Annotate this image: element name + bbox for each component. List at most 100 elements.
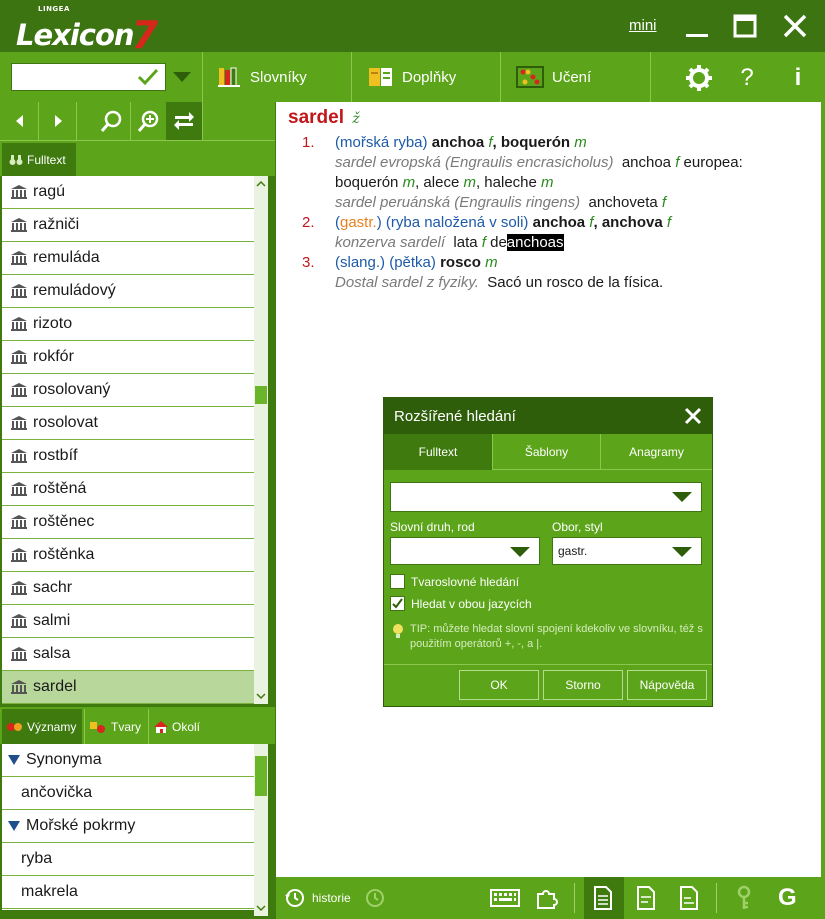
dialog-close-icon[interactable]	[683, 406, 703, 426]
check-icon[interactable]	[137, 67, 159, 87]
handwriting-button[interactable]	[535, 885, 559, 911]
translation[interactable]: anchoa	[432, 134, 485, 151]
word-list-label: salsa	[33, 645, 71, 662]
help-button[interactable]: ?	[733, 64, 761, 92]
tab-neighborhood[interactable]: Okolí	[148, 709, 208, 744]
checkbox-box[interactable]	[390, 574, 405, 589]
settings-button[interactable]	[685, 64, 713, 92]
google-search-button[interactable]: G	[778, 884, 797, 911]
info-button[interactable]: i	[784, 64, 812, 92]
example-translation[interactable]: lata	[453, 234, 477, 251]
list-item[interactable]: ančovička	[2, 777, 254, 810]
word-list-item[interactable]: rostbíf	[2, 440, 254, 473]
field-select[interactable]: gastr.	[552, 537, 702, 565]
history-button[interactable]: historie	[284, 885, 351, 911]
word-list-item[interactable]: rosolovaný	[2, 374, 254, 407]
translation[interactable]: rosco	[440, 254, 481, 271]
tab-dialog-anagrams[interactable]: Anagramy	[601, 434, 712, 470]
meanings-list-scrollbar[interactable]	[254, 744, 268, 916]
ok-button[interactable]: OK	[459, 670, 539, 700]
word-list-item[interactable]: sardel	[2, 671, 254, 704]
word-list-item[interactable]: sachr	[2, 572, 254, 605]
mini-mode-link[interactable]: mini	[629, 17, 657, 34]
word-list-item[interactable]: rosolovat	[2, 407, 254, 440]
forward-button[interactable]	[40, 102, 77, 140]
keyboard-button[interactable]	[490, 885, 520, 911]
addons-button[interactable]: Doplňky	[368, 52, 456, 102]
word-list-item[interactable]: salsa	[2, 638, 254, 671]
scroll-up-icon[interactable]	[254, 178, 268, 190]
example-translation[interactable]: Sacó un rosco de la física.	[487, 274, 663, 291]
example-translation[interactable]: anchoveta	[588, 194, 657, 211]
search-history-dropdown[interactable]	[173, 72, 191, 82]
morphology-checkbox[interactable]: Tvaroslovné hledání	[390, 574, 519, 589]
tip-label: TIP: můžete hledat slovní spojení kdekol…	[410, 623, 703, 650]
tab-fulltext[interactable]: Fulltext	[2, 143, 76, 177]
list-item[interactable]: ryba	[2, 843, 254, 876]
search-input[interactable]	[11, 63, 166, 91]
scroll-down-icon[interactable]	[254, 902, 268, 914]
key-button[interactable]	[734, 885, 754, 911]
word-list-scroll-thumb[interactable]	[255, 386, 267, 404]
back-button[interactable]	[2, 102, 39, 140]
sense-1: 1. (mořská ryba) anchoa f, boquerón m sa…	[302, 134, 743, 211]
example-translation[interactable]: alece	[423, 174, 459, 191]
list-item[interactable]: makrela	[2, 876, 254, 909]
status-bar: historie G	[276, 877, 825, 919]
pos-select[interactable]	[390, 537, 540, 565]
word-list-item[interactable]: roštěná	[2, 473, 254, 506]
close-button[interactable]	[781, 12, 809, 40]
word-list-item[interactable]: salmi	[2, 605, 254, 638]
swap-direction-button[interactable]	[166, 102, 203, 140]
word-list-scrollbar[interactable]	[254, 176, 268, 704]
help-dialog-button[interactable]: Nápověda	[627, 670, 707, 700]
word-list-item[interactable]: rokfór	[2, 341, 254, 374]
dictionary-entry-icon	[11, 482, 27, 496]
translation[interactable]: anchoa	[533, 214, 586, 231]
learning-button[interactable]: Učení	[516, 52, 591, 102]
history-forward-button[interactable]	[364, 885, 386, 911]
scroll-down-icon[interactable]	[254, 690, 268, 702]
dialog-title-bar[interactable]: Rozšířené hledání	[384, 398, 712, 434]
view-medium-button[interactable]	[636, 885, 656, 911]
checkbox-box[interactable]	[390, 596, 405, 611]
advanced-search-button[interactable]	[131, 102, 168, 140]
list-group-header[interactable]: Mořské pokrmy	[2, 810, 254, 843]
word-list-item[interactable]: ražniči	[2, 209, 254, 242]
example-translation[interactable]: haleche	[484, 174, 537, 191]
tab-forms[interactable]: Tvary	[84, 709, 146, 744]
search-button[interactable]	[94, 102, 131, 140]
example-translation[interactable]: boquerón	[335, 174, 398, 191]
word-list-item[interactable]: rizoto	[2, 308, 254, 341]
example-translation[interactable]: de	[490, 234, 507, 251]
view-short-button[interactable]	[679, 885, 699, 911]
collapse-triangle-icon[interactable]	[8, 755, 20, 765]
collapse-triangle-icon[interactable]	[8, 821, 20, 831]
example-translation[interactable]: europea:	[684, 154, 743, 171]
tab-dialog-templates[interactable]: Šablony	[493, 434, 601, 470]
translation[interactable]: anchova	[602, 214, 663, 231]
maximize-button[interactable]	[731, 12, 759, 40]
word-list-item[interactable]: roštěnka	[2, 539, 254, 572]
tab-meanings[interactable]: Významy	[2, 709, 82, 744]
word-list-item[interactable]: remuládový	[2, 275, 254, 308]
chevron-down-icon[interactable]	[672, 492, 692, 502]
query-combo[interactable]	[390, 482, 702, 512]
cancel-button[interactable]: Storno	[543, 670, 623, 700]
list-group-header[interactable]: Synonyma	[2, 744, 254, 777]
tab-dialog-fulltext[interactable]: Fulltext	[384, 434, 493, 470]
both-languages-checkbox[interactable]: Hledat v obou jazycích	[390, 596, 532, 611]
translation[interactable]: boquerón	[501, 134, 570, 151]
meanings-scroll-thumb[interactable]	[255, 756, 267, 796]
example-translation[interactable]: anchoa	[622, 154, 671, 171]
chevron-down-icon[interactable]	[672, 547, 692, 557]
minimize-button[interactable]	[683, 12, 711, 40]
word-list-item[interactable]: ragú	[2, 176, 254, 209]
word-list-item[interactable]: roštěnec	[2, 506, 254, 539]
dictionaries-button[interactable]: Slovníky	[218, 52, 307, 102]
highlighted-match[interactable]: anchoas	[506, 234, 564, 251]
dictionary-entry-icon	[11, 581, 27, 595]
view-full-button[interactable]	[593, 885, 613, 911]
chevron-down-icon[interactable]	[510, 547, 530, 557]
word-list-item[interactable]: remuláda	[2, 242, 254, 275]
